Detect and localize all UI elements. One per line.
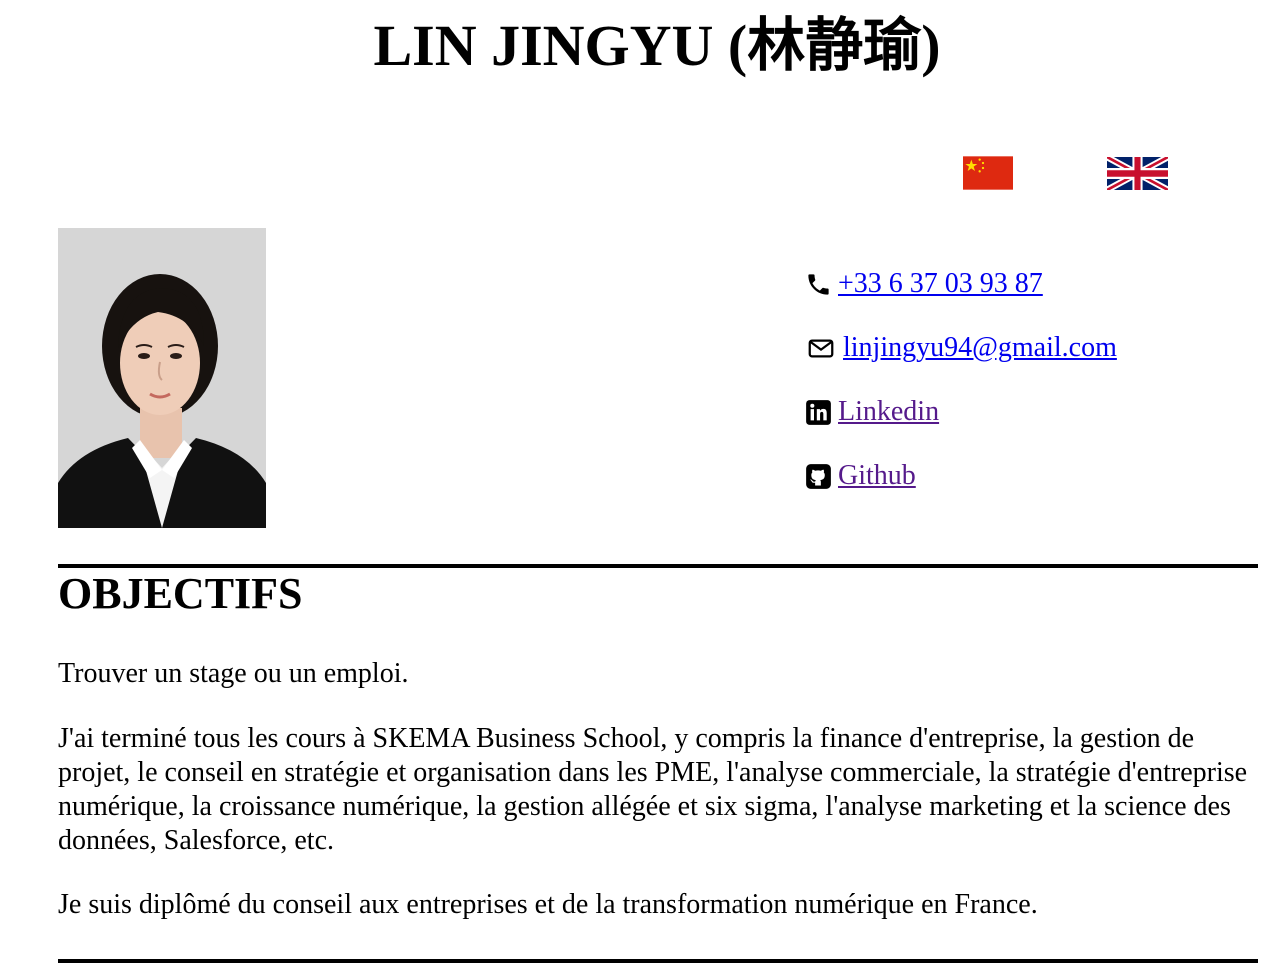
- phone-link[interactable]: +33 6 37 03 93 87: [838, 262, 1043, 306]
- courses-paragraph: J'ai terminé tous les cours à SKEMA Busi…: [58, 723, 1248, 856]
- phone-icon: [808, 273, 829, 295]
- contact-list: +33 6 37 03 93 87 linjingyu94@gmail.com …: [805, 252, 1117, 508]
- objectives-heading: OBJECTIFS: [58, 569, 303, 618]
- profile-photo-image: [58, 228, 266, 528]
- linkedin-icon: [806, 399, 831, 425]
- uk-flag-icon: [1105, 154, 1170, 193]
- contact-linkedin: Linkedin: [805, 380, 1117, 444]
- contact-github: Github: [805, 444, 1117, 508]
- page-title: LIN JINGYU (林静瑜): [373, 13, 941, 78]
- github-icon: [806, 463, 831, 489]
- section-divider-bottom: [58, 959, 1258, 963]
- language-chinese-flag-link[interactable]: [963, 156, 1013, 190]
- degree-paragraph: Je suis diplômé du conseil aux entrepris…: [58, 889, 1038, 920]
- email-link[interactable]: linjingyu94@gmail.com: [843, 326, 1117, 370]
- objective-paragraph: Trouver un stage ou un emploi.: [58, 658, 409, 689]
- contact-phone: +33 6 37 03 93 87: [805, 252, 1117, 316]
- chinese-flag-icon: [963, 156, 1013, 190]
- github-link[interactable]: Github: [838, 454, 916, 498]
- linkedin-link[interactable]: Linkedin: [838, 390, 939, 434]
- envelope-icon: [808, 339, 834, 357]
- contact-email: linjingyu94@gmail.com: [805, 316, 1117, 380]
- language-english-flag-link[interactable]: [1105, 154, 1170, 193]
- profile-photo: [58, 228, 266, 528]
